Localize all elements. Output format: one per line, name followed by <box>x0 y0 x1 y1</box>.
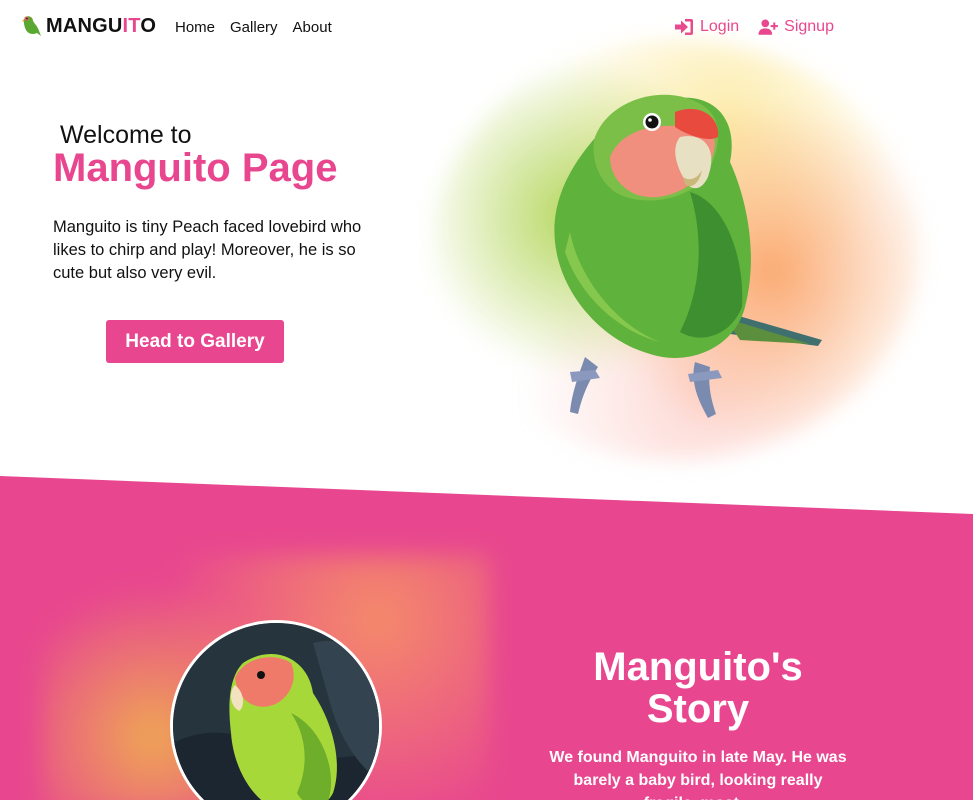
user-plus-icon <box>758 19 779 35</box>
nav-link-about[interactable]: About <box>293 19 332 36</box>
hero-description: Manguito is tiny Peach faced lovebird wh… <box>53 218 362 282</box>
parrot-icon <box>22 16 41 36</box>
nav-link-home[interactable]: Home <box>175 19 215 36</box>
brand-name: MANGUITO <box>46 14 157 37</box>
head-to-gallery-button[interactable]: Head to Gallery <box>106 320 284 363</box>
story-text: We found Manguito in late May. He was ba… <box>549 749 847 800</box>
sign-in-icon <box>675 19 693 35</box>
login-label: Login <box>700 18 740 35</box>
lovebird-hero-image <box>554 94 822 418</box>
login-button[interactable]: Login <box>674 18 739 36</box>
signup-button[interactable]: Signup <box>758 18 834 36</box>
auth-links: Login Signup <box>674 18 834 36</box>
nav-links: Home Gallery About <box>175 19 332 36</box>
top-navbar: MANGUITO Home Gallery About Login Signup <box>0 0 973 58</box>
story-title: Manguito's Story <box>593 645 803 731</box>
signup-label: Signup <box>784 18 834 35</box>
nav-link-gallery[interactable]: Gallery <box>230 19 278 36</box>
hero-title: Manguito Page <box>53 146 338 190</box>
brand-logo[interactable]: MANGUITO <box>20 14 156 38</box>
